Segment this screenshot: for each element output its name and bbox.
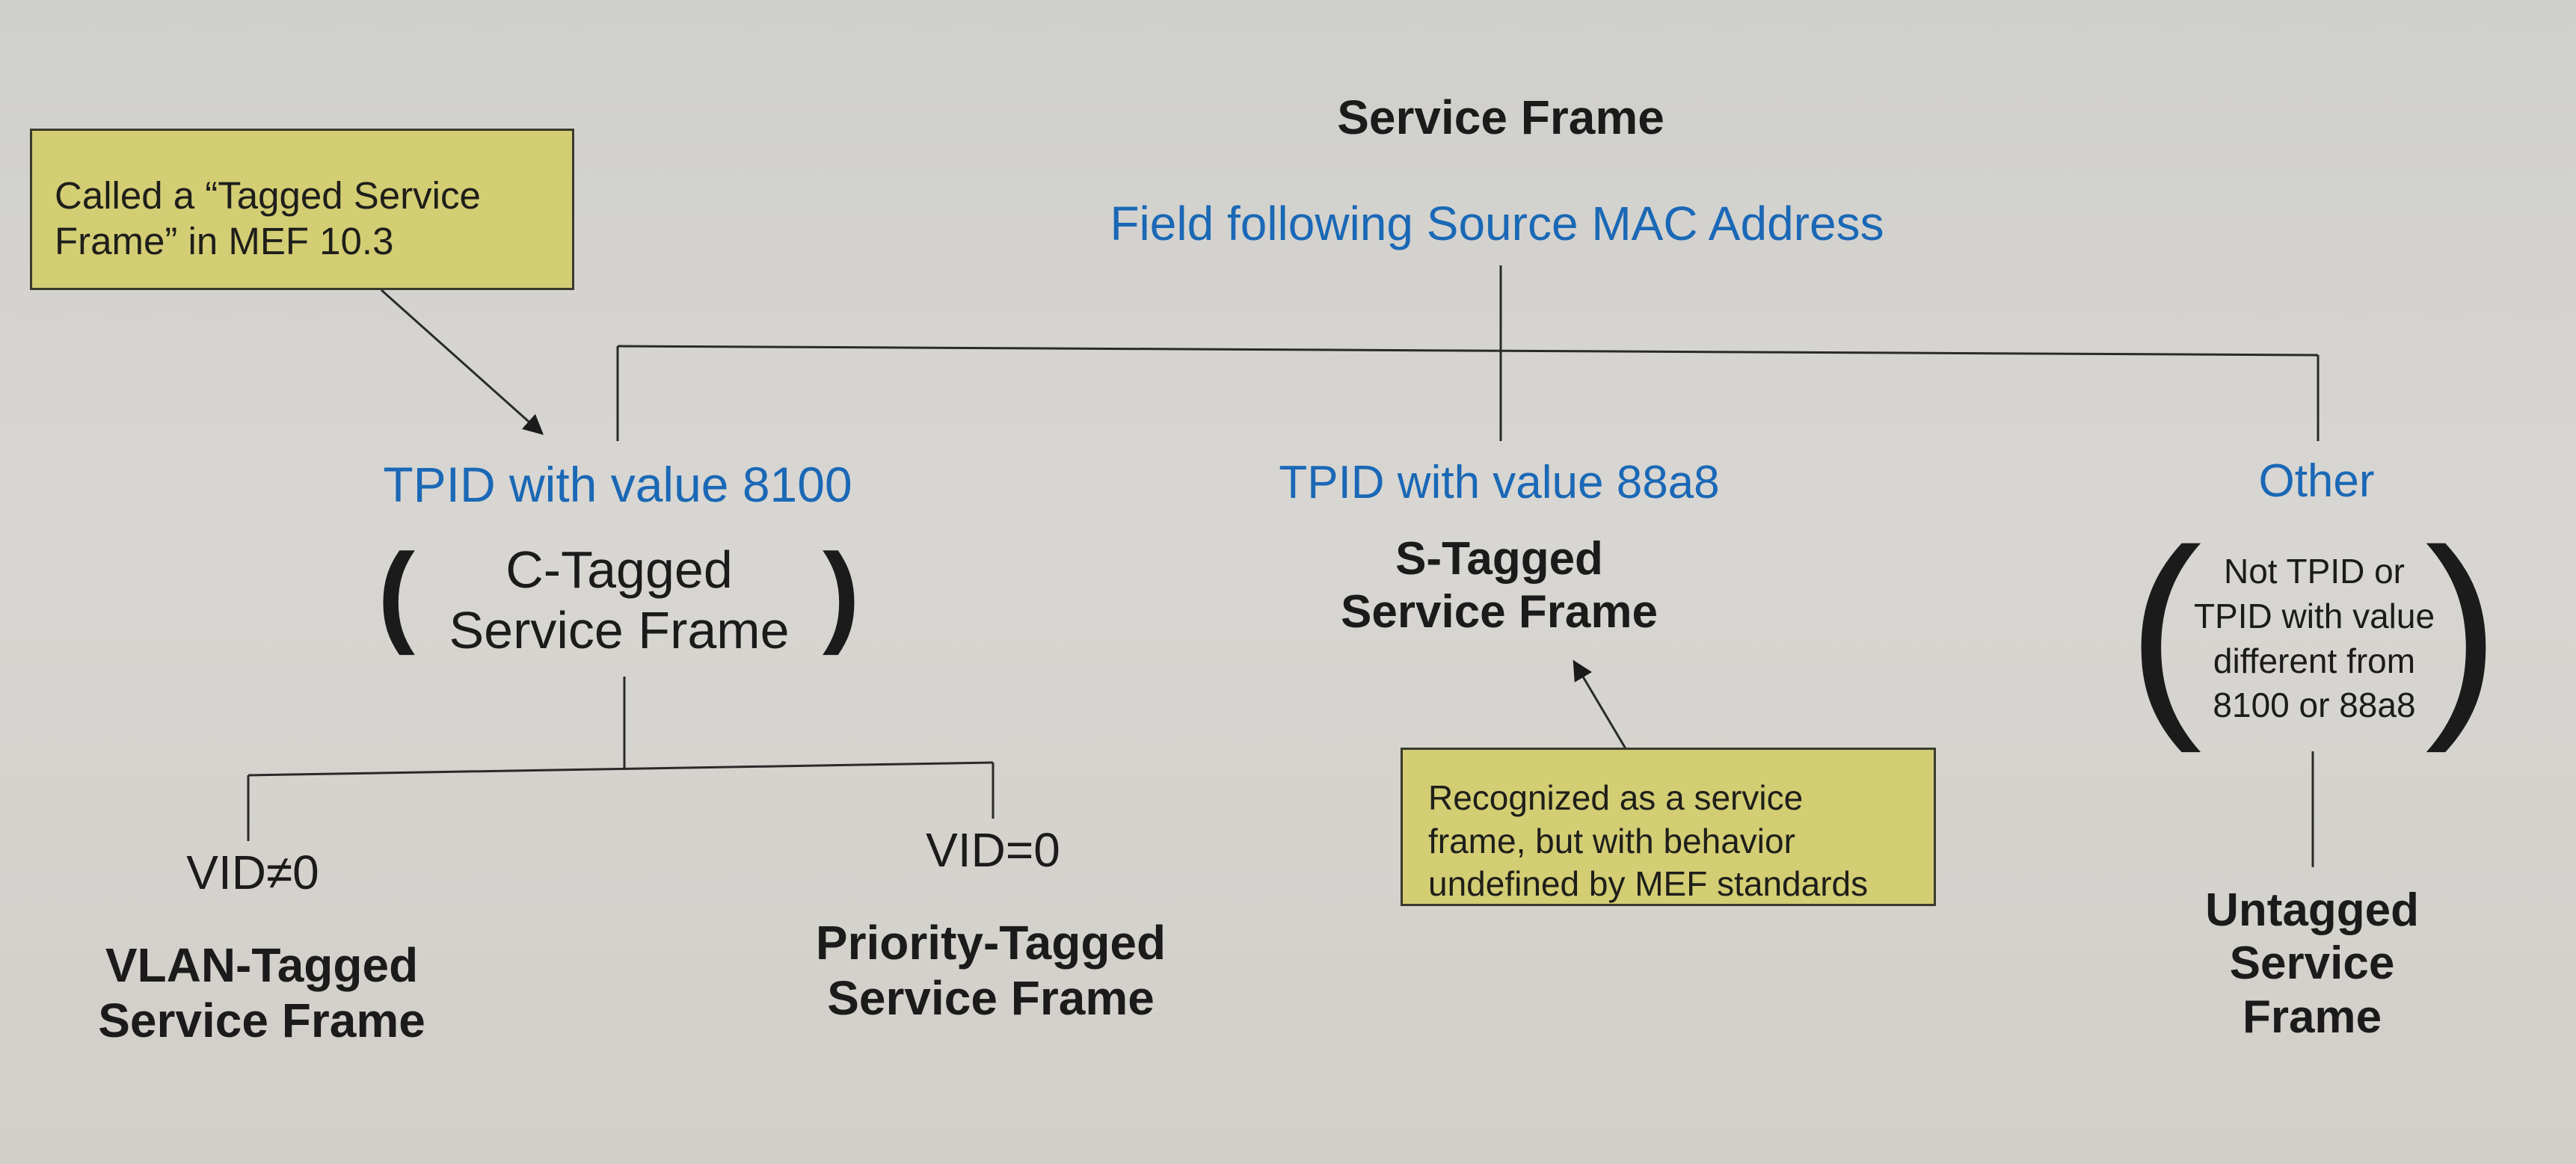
other-label: Other bbox=[2258, 455, 2375, 507]
other-left-paren: ( bbox=[2127, 502, 2202, 754]
s-tag-note-box: Recognized as a service frame, but with … bbox=[1401, 748, 1936, 906]
tagged-note-arrow bbox=[381, 289, 544, 435]
c-tag-label: TPID with value 8100 bbox=[383, 457, 852, 512]
c-tag-frame-label: C-Tagged Service Frame bbox=[449, 541, 790, 659]
s-tag-note-text: Recognized as a service frame, but with … bbox=[1428, 778, 1869, 903]
priority-condition: VID=0 bbox=[926, 823, 1060, 877]
vlan-condition: VID≠0 bbox=[186, 846, 319, 899]
tagged-note-text: Called a “Tagged Service Frame” in MEF 1… bbox=[55, 174, 481, 263]
tagged-note-box: Called a “Tagged Service Frame” in MEF 1… bbox=[30, 129, 574, 290]
root-bus-line bbox=[617, 345, 2319, 357]
untagged-frame-label: Untagged Service Frame bbox=[2205, 884, 2419, 1043]
s-tag-note-arrow bbox=[1573, 659, 1628, 751]
priority-frame-label: Priority-Tagged Service Frame bbox=[815, 916, 1166, 1025]
s-tag-frame-label: S-Tagged Service Frame bbox=[1341, 533, 1658, 638]
s-tag-label: TPID with value 88a8 bbox=[1279, 457, 1720, 508]
other-right-paren: ) bbox=[2425, 502, 2500, 754]
right-paren: ) bbox=[823, 530, 860, 656]
c-tag-bus-line bbox=[248, 761, 994, 777]
root-title: Service Frame bbox=[1337, 90, 1664, 144]
root-subtitle: Field following Source MAC Address bbox=[1110, 197, 1884, 250]
vlan-frame-label: VLAN-Tagged Service Frame bbox=[98, 938, 425, 1047]
other-condition: Not TPID or TPID with value different fr… bbox=[2193, 552, 2435, 725]
left-paren: ( bbox=[378, 530, 415, 656]
